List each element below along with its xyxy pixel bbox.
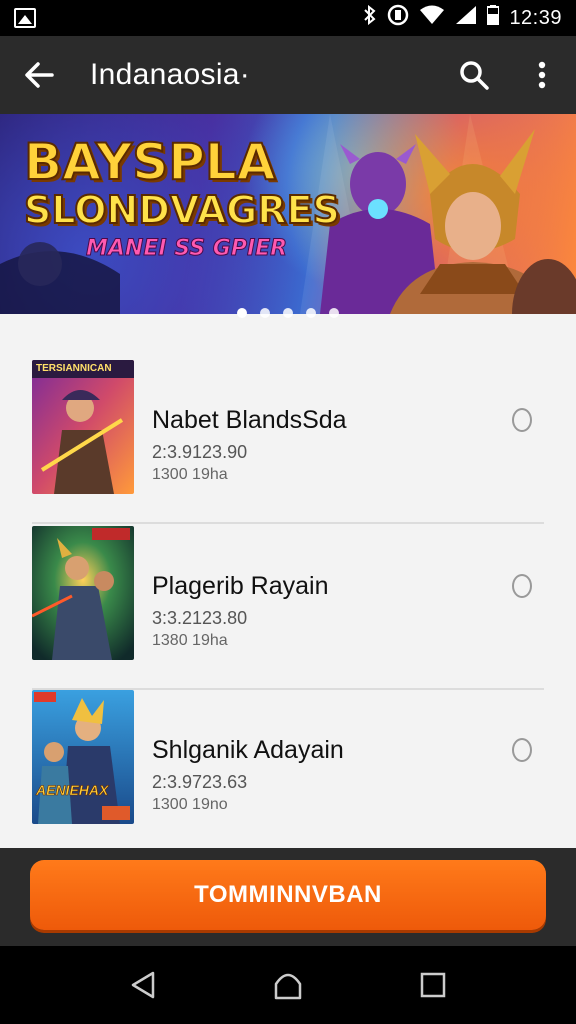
carousel-dot[interactable] [283,308,293,318]
battery-icon [486,5,501,31]
vibrate-icon [387,4,409,32]
gallery-icon [14,8,36,28]
carousel-dot[interactable] [329,308,339,318]
game-version: 2:3.9723.63 [152,772,248,792]
game-thumbnail [32,526,134,660]
search-icon [460,61,489,90]
game-title: Shlganik Adayain [152,736,344,764]
back-arrow-icon [25,62,54,88]
back-triangle-icon [131,971,154,999]
nav-back-button[interactable] [113,955,173,1015]
select-radio[interactable] [512,738,532,762]
carousel-dot[interactable] [260,308,270,318]
featured-banner[interactable]: BAYSPLA SLONDVAGRES MANEI SS GPIER [0,114,576,314]
game-thumbnail: TERSIANNICAN [32,360,134,494]
primary-action-button[interactable]: TOMMINNVBAN [30,860,546,930]
search-button[interactable] [440,36,508,114]
list-item[interactable]: TERSIANNICAN Nabet BlandsSda 2:3.9123.90… [32,360,544,524]
system-nav-bar [0,946,576,1024]
game-thumbnail: AENIEHAX [32,690,134,824]
banner-headline: BAYSPLA [23,133,276,191]
app-bar: Indanaosia· [0,36,576,114]
back-button[interactable] [0,36,78,114]
game-title: Nabet BlandsSda [152,406,347,434]
game-list: TERSIANNICAN Nabet BlandsSda 2:3.9123.90… [0,314,576,854]
thumb-caption: TERSIANNICAN [36,363,112,374]
nav-home-button[interactable] [258,955,318,1015]
game-size: 1380 19ha [152,632,228,649]
select-radio[interactable] [512,574,532,598]
bottom-action-bar: TOMMINNVBAN [0,848,576,946]
list-item[interactable]: AENIEHAX Shlganik Adayain 2:3.9723.63 13… [32,690,544,854]
list-item[interactable]: Plagerib Rayain 3:3.2123.80 1380 19ha [32,526,544,690]
banner-text: BAYSPLA SLONDVAGRES MANEI SS GPIER [23,133,341,262]
bluetooth-icon [363,4,377,31]
page-title: Indanaosia· [90,58,251,91]
banner-tagline: MANEI SS GPIER [86,236,288,262]
game-size: 1300 19no [152,796,228,813]
recents-icon [421,972,446,998]
thumb-caption: AENIEHAX [36,782,109,799]
status-bar: 12:39 [0,0,576,36]
clock: 12:39 [509,6,562,29]
select-radio[interactable] [512,408,532,432]
more-vert-icon [538,61,546,89]
wifi-icon [419,5,445,31]
game-size: 1300 19ha [152,466,228,483]
more-options-button[interactable] [508,36,576,114]
carousel-indicator [0,308,576,326]
game-version: 3:3.2123.80 [152,608,248,628]
nav-recents-button[interactable] [403,955,463,1015]
carousel-dot[interactable] [306,308,316,318]
game-title: Plagerib Rayain [152,572,329,600]
carousel-dot[interactable] [237,308,247,318]
home-icon [274,973,302,1000]
signal-icon [455,5,477,31]
game-version: 2:3.9123.90 [152,442,248,462]
banner-subheadline: SLONDVAGRES [23,187,341,233]
